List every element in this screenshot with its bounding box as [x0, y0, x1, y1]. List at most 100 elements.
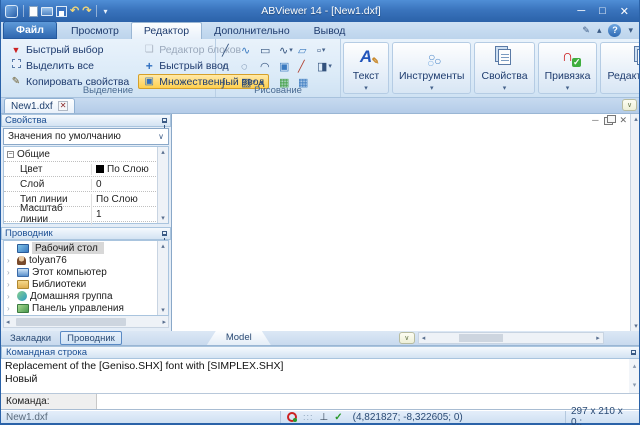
tree-item-control-panel[interactable]: › Панель управления: [4, 302, 168, 314]
minimize-button[interactable]: ─: [577, 5, 585, 17]
copy-block-tool[interactable]: ▱: [298, 43, 317, 59]
quick-select-button[interactable]: ▼ Быстрый выбор: [5, 42, 134, 57]
property-label: Масштаб линии: [4, 203, 92, 225]
close-tab-icon[interactable]: ✕: [58, 101, 69, 111]
scroll-right-icon[interactable]: ▸: [162, 318, 166, 326]
scroll-left-icon[interactable]: ◂: [6, 318, 10, 326]
collapse-ribbon-icon[interactable]: ▴: [597, 25, 602, 36]
rectangle-tool[interactable]: ▭: [260, 43, 279, 59]
text-button[interactable]: A✎ Текст ▾: [343, 42, 389, 94]
close-button[interactable]: ✕: [620, 5, 629, 18]
property-row-linescale[interactable]: Масштаб линии 1: [4, 207, 168, 222]
scroll-down-icon[interactable]: ▾: [634, 322, 638, 330]
properties-scrollbar[interactable]: ▴ ▾: [157, 147, 168, 223]
scroll-down-icon[interactable]: ▾: [161, 306, 165, 314]
maximize-button[interactable]: □: [599, 5, 606, 17]
scroll-up-icon[interactable]: ▴: [633, 360, 637, 373]
canvas-hscrollbar[interactable]: ◂ ▸: [418, 332, 604, 344]
help-button[interactable]: ?: [608, 24, 621, 37]
model-tab[interactable]: Model: [207, 331, 271, 345]
qat-customize-icon[interactable]: ▾: [103, 7, 107, 16]
layout-menu-button[interactable]: ∨: [399, 332, 415, 344]
tree-item-label: Библиотеки: [32, 279, 86, 290]
explorer-scrollbar[interactable]: ▴ ▾: [157, 241, 168, 315]
tab-editor[interactable]: Редактор: [131, 22, 202, 39]
save-icon[interactable]: [56, 6, 67, 17]
property-row-color[interactable]: Цвет По Слою: [4, 162, 168, 177]
line-tool[interactable]: ╱: [222, 43, 241, 59]
tab-advanced[interactable]: Дополнительно: [202, 23, 302, 39]
snap-button[interactable]: ∩✓ Привязка ▾: [538, 42, 598, 94]
block-insert-tool[interactable]: ▣: [279, 59, 298, 75]
tree-item-homegroup[interactable]: › Домашняя группа: [4, 290, 168, 302]
new-file-icon[interactable]: [29, 6, 38, 17]
explorer-hscrollbar[interactable]: ◂ ▸: [3, 316, 169, 328]
property-row-layer[interactable]: Слой 0: [4, 177, 168, 192]
scroll-down-icon[interactable]: ▾: [633, 379, 637, 392]
properties-icon: [498, 49, 511, 65]
open-file-icon[interactable]: [41, 7, 53, 16]
ortho-toggle-icon[interactable]: ⊥: [320, 412, 329, 423]
pin-icon[interactable]: [162, 118, 167, 123]
document-tab[interactable]: New1.dxf ✕: [4, 98, 75, 113]
dimension-tool[interactable]: ╱: [298, 59, 317, 75]
expander-icon[interactable]: ›: [7, 268, 14, 277]
tools-button[interactable]: ○ Инструменты ▾: [392, 42, 471, 94]
edit-button[interactable]: Редактировать ▾: [600, 42, 640, 94]
command-input[interactable]: [97, 394, 640, 409]
collapse-icon[interactable]: −: [7, 151, 14, 158]
select-all-button[interactable]: Выделить все: [5, 58, 134, 73]
expander-icon[interactable]: ›: [7, 304, 14, 313]
expander-icon[interactable]: ›: [7, 292, 14, 301]
property-value: 0: [96, 179, 102, 190]
redo-icon[interactable]: ↷: [82, 6, 91, 17]
tab-bookmarks[interactable]: Закладки: [3, 331, 58, 345]
tree-item-libraries[interactable]: › Библиотеки: [4, 278, 168, 290]
scroll-left-icon[interactable]: ◂: [422, 334, 426, 342]
property-group-row[interactable]: − Общие: [4, 147, 168, 162]
tree-item-desktop[interactable]: Рабочий стол: [4, 242, 168, 254]
osnap-toggle-icon[interactable]: ✓: [334, 412, 342, 423]
pencil-edit-icon[interactable]: ✎: [582, 25, 590, 36]
arc-tool[interactable]: ◠: [260, 59, 279, 75]
tab-file[interactable]: Файл: [3, 21, 57, 39]
properties-preset-dropdown[interactable]: Значения по умолчанию ∨: [3, 128, 169, 145]
tree-item-user[interactable]: › tolyan76: [4, 254, 168, 266]
drawing-canvas[interactable]: ─ ✕ ▴ ▾: [171, 114, 640, 331]
scroll-thumb[interactable]: [459, 334, 503, 342]
grid-toggle-icon[interactable]: :::: [303, 412, 314, 422]
viewport-tool[interactable]: ▫▾: [317, 43, 336, 59]
expander-icon[interactable]: ›: [7, 256, 14, 265]
undo-icon[interactable]: ↶: [70, 6, 79, 17]
app-icon[interactable]: [5, 5, 18, 18]
canvas-vscrollbar[interactable]: ▴ ▾: [630, 114, 640, 331]
mdi-close-icon[interactable]: ✕: [619, 116, 627, 125]
scroll-thumb[interactable]: [16, 318, 126, 326]
snap-toggle-icon[interactable]: [287, 412, 297, 422]
help-dropdown-icon[interactable]: ▾: [628, 25, 633, 36]
pin-icon[interactable]: [631, 350, 636, 355]
property-label: Слой: [4, 179, 92, 190]
tab-view[interactable]: Просмотр: [59, 23, 131, 39]
scroll-right-icon[interactable]: ▸: [596, 334, 600, 342]
mdi-minimize-icon[interactable]: ─: [592, 116, 598, 125]
tree-item-computer[interactable]: › Этот компьютер: [4, 266, 168, 278]
command-scrollbar[interactable]: ▴ ▾: [629, 359, 640, 393]
tab-overflow-button[interactable]: ∨: [622, 99, 637, 111]
multiline-tool[interactable]: ∿▾: [279, 43, 298, 59]
circle-tool[interactable]: ○: [222, 59, 241, 75]
polyline-tool[interactable]: ∿: [241, 43, 260, 59]
region-tool[interactable]: ◨▾: [317, 59, 336, 75]
pin-icon[interactable]: [162, 231, 167, 236]
expander-icon[interactable]: ›: [7, 280, 14, 289]
properties-button[interactable]: Свойства ▾: [474, 42, 534, 94]
block-editor-icon: ❏: [143, 44, 155, 56]
scroll-up-icon[interactable]: ▴: [161, 148, 165, 156]
tab-explorer[interactable]: Проводник: [60, 331, 122, 345]
scroll-down-icon[interactable]: ▾: [161, 214, 165, 222]
ellipse-tool[interactable]: ◌: [241, 59, 260, 75]
mdi-restore-icon[interactable]: [604, 117, 613, 125]
scroll-up-icon[interactable]: ▴: [161, 242, 165, 250]
tab-output[interactable]: Вывод: [302, 23, 358, 39]
scroll-up-icon[interactable]: ▴: [634, 115, 638, 123]
